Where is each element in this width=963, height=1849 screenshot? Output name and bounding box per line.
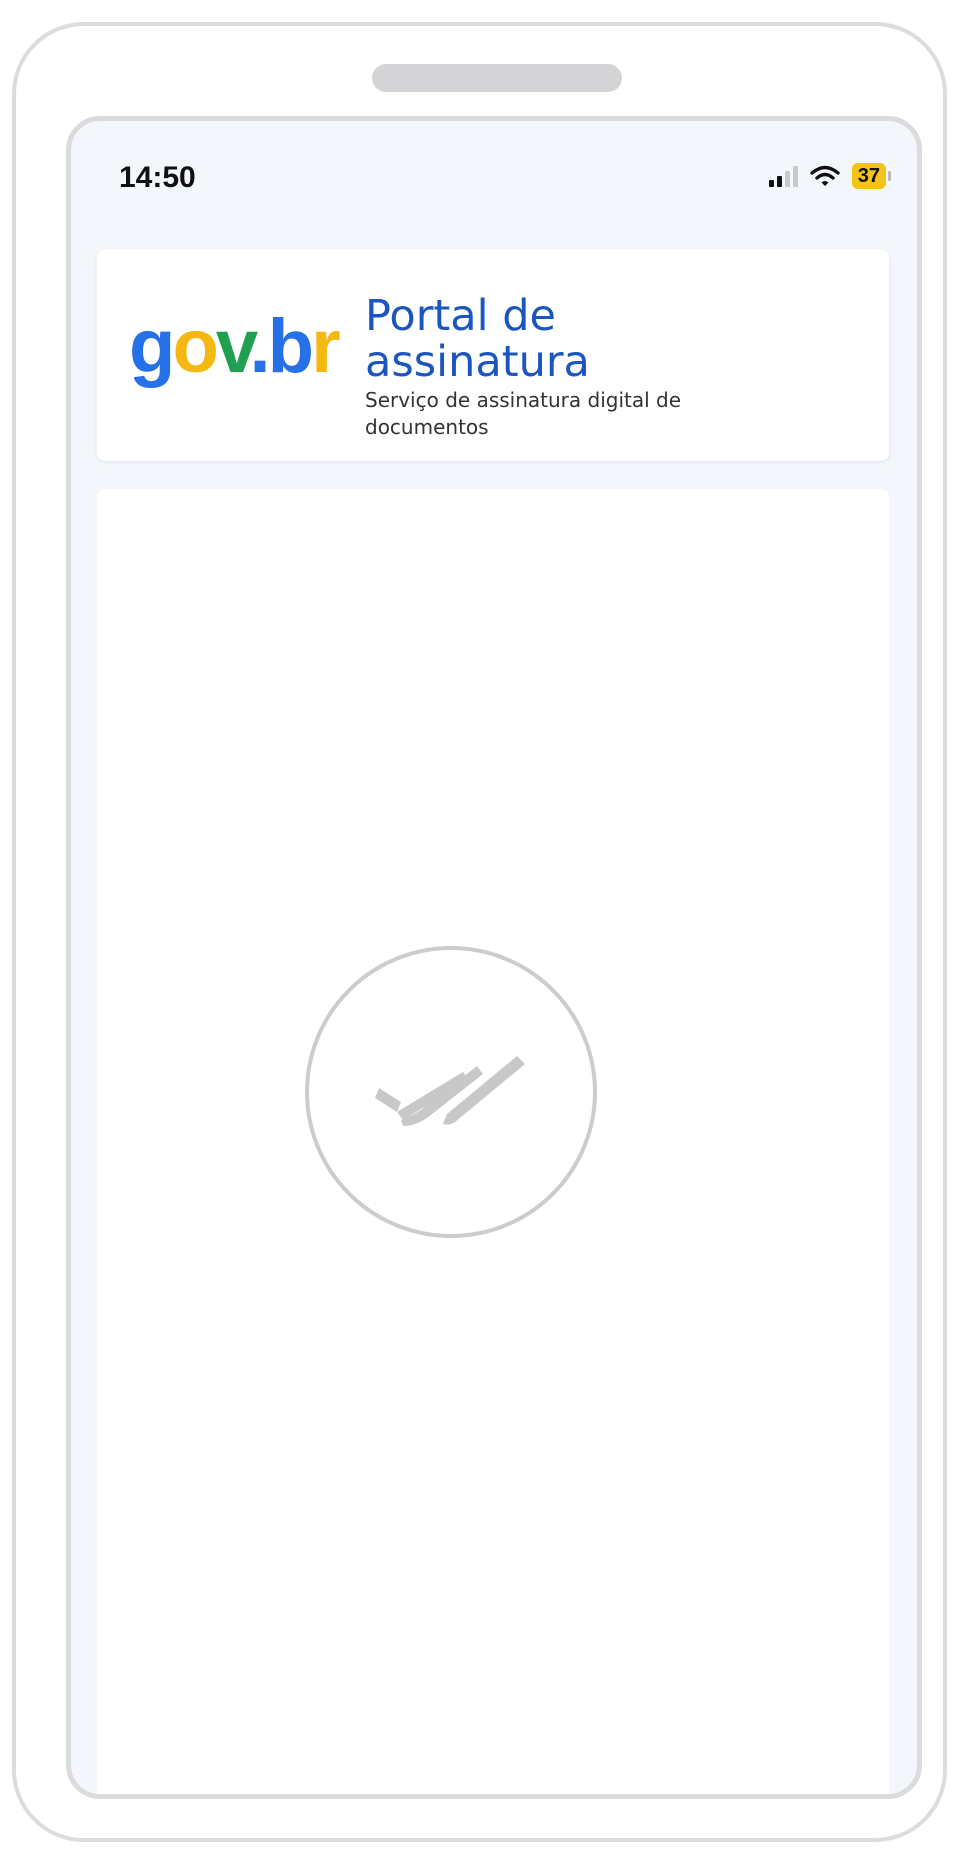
status-bar: 14:50 37 <box>71 121 917 231</box>
portal-subtitle: Serviço de assinatura digital de documen… <box>365 388 682 439</box>
signal-icon <box>768 165 798 187</box>
content-area <box>97 489 889 1794</box>
battery-level: 37 <box>851 163 886 189</box>
header-card: gov.br Portal de assinatura Serviço de a… <box>97 249 889 461</box>
wifi-icon <box>810 165 840 186</box>
portal-title: Portal de assinatura <box>365 291 590 387</box>
battery-icon: 37 <box>851 163 891 189</box>
phone-screen: 14:50 37 gov.br Portal de assinatura Ser… <box>66 116 922 1799</box>
govbr-logo[interactable]: gov.br <box>129 307 341 387</box>
double-check-icon <box>305 946 597 1238</box>
status-icons: 37 <box>768 163 891 189</box>
status-time: 14:50 <box>119 161 196 194</box>
phone-speaker <box>372 64 622 92</box>
